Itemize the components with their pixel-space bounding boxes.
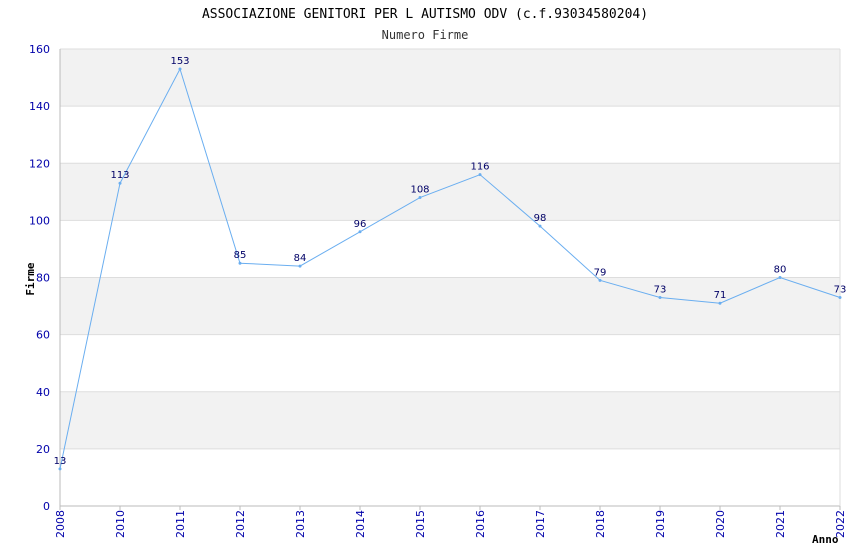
y-tick-label: 120 [29, 157, 50, 170]
data-label: 84 [294, 253, 307, 264]
y-tick-label: 80 [36, 272, 50, 285]
x-tick-label: 2020 [714, 510, 727, 538]
data-point [538, 224, 542, 228]
x-tick-labels: 2008 2010 2011 2012 2013 2014 2015 2016 2017 2018… [54, 510, 847, 538]
line-chart: 020406080100120140160 2008 2010 2011 2012 20… [24, 7, 847, 546]
data-point [358, 230, 362, 234]
data-label: 71 [714, 290, 727, 301]
x-tick-label: 2013 [294, 510, 307, 538]
x-tick-label: 2015 [414, 510, 427, 538]
data-label: 79 [594, 267, 607, 278]
data-point [58, 467, 62, 471]
grid-band [60, 163, 840, 221]
chart-title: ASSOCIAZIONE GENITORI PER L AUTISMO ODV … [202, 7, 648, 22]
data-point [298, 264, 302, 268]
data-point [598, 278, 602, 282]
data-label: 73 [654, 284, 667, 295]
data-label: 13 [54, 456, 67, 467]
y-axis-label: Firme [24, 262, 37, 295]
y-tick-label: 0 [43, 500, 50, 513]
x-tick-label: 2008 [54, 510, 67, 538]
x-tick-label: 2019 [654, 510, 667, 538]
data-label: 108 [410, 185, 429, 196]
data-label: 73 [834, 284, 847, 295]
data-label: 80 [774, 265, 787, 276]
y-tick-label: 60 [36, 329, 50, 342]
y-tick-label: 100 [29, 214, 50, 227]
grid-band [60, 277, 840, 335]
data-point [838, 295, 842, 299]
x-tick-label: 2016 [474, 510, 487, 538]
y-tick-label: 140 [29, 100, 50, 113]
x-tick-label: 2018 [594, 510, 607, 538]
y-tick-label: 160 [29, 43, 50, 56]
data-point [238, 261, 242, 265]
data-point [178, 67, 182, 71]
chart-subtitle: Numero Firme [382, 28, 469, 42]
data-label: 113 [110, 170, 129, 181]
grid-band [60, 391, 840, 449]
x-tick-label: 2012 [234, 510, 247, 538]
data-label: 98 [534, 213, 547, 224]
y-tick-label: 20 [36, 443, 50, 456]
data-label: 153 [170, 56, 189, 67]
data-point [478, 173, 482, 177]
x-tick-label: 2010 [114, 510, 127, 538]
y-tick-label: 40 [36, 386, 50, 399]
data-label: 85 [234, 250, 247, 261]
x-tick-label: 2017 [534, 510, 547, 538]
data-label: 116 [470, 162, 489, 173]
background-bands [60, 49, 840, 449]
data-point [658, 295, 662, 299]
x-axis-label: Anno [812, 533, 839, 546]
data-point [418, 196, 422, 200]
data-point [718, 301, 722, 305]
x-tick-label: 2021 [774, 510, 787, 538]
x-tick-label: 2014 [354, 510, 367, 538]
data-point [118, 181, 122, 185]
data-label: 96 [354, 219, 367, 230]
x-tick-label: 2011 [174, 510, 187, 538]
data-point [778, 276, 782, 279]
